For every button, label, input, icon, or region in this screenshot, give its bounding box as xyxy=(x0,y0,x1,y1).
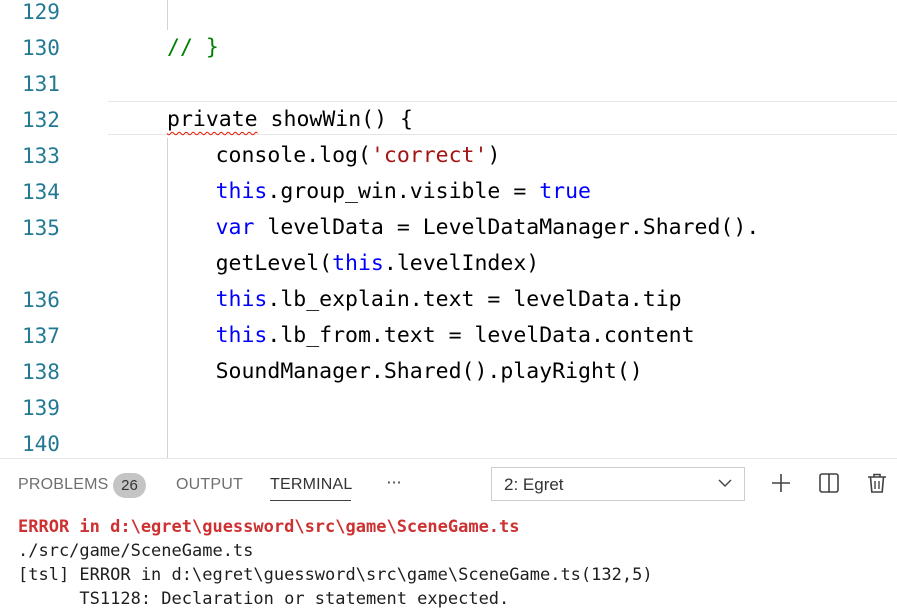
new-terminal-button[interactable] xyxy=(769,471,793,495)
code-line[interactable]: getLevel(this.levelIndex) xyxy=(216,246,540,282)
tab-terminal[interactable]: TERMINAL xyxy=(270,475,353,495)
indent-guide xyxy=(167,138,168,174)
terminal-line: ./src/game/SceneGame.ts xyxy=(18,541,254,561)
code-token: this xyxy=(215,179,268,204)
code-line[interactable]: var levelData = LevelDataManager.Shared(… xyxy=(216,210,760,246)
error-token: private xyxy=(167,107,258,132)
code-token: .group_win.visible = xyxy=(267,179,540,204)
bottom-panel: PROBLEMS 26 OUTPUT TERMINAL ··· 2: Egret… xyxy=(0,458,897,610)
code-token: showWin() { xyxy=(257,107,413,132)
code-token: getLevel( xyxy=(215,251,333,276)
code-token: this xyxy=(332,251,384,276)
line-number: 133 xyxy=(22,144,60,168)
tab-output[interactable]: OUTPUT xyxy=(176,475,243,495)
line-number: 131 xyxy=(22,72,60,96)
line-number: 132 xyxy=(22,108,60,132)
chevron-down-icon xyxy=(718,479,732,487)
problems-count-badge: 26 xyxy=(113,473,146,498)
code-token: this xyxy=(215,323,268,348)
code-line[interactable]: // } xyxy=(167,30,219,66)
line-number: 134 xyxy=(22,180,60,204)
code-token: true xyxy=(539,179,591,204)
code-editor[interactable]: 129 130 131 132 133 134 135 136 137 138 139 140 // … xyxy=(0,0,897,458)
indent-guide xyxy=(167,390,168,426)
kill-terminal-button[interactable] xyxy=(865,471,889,495)
code-token: .lb_explain.text = levelData.tip xyxy=(267,287,682,312)
code-line[interactable]: private showWin() { xyxy=(167,102,413,138)
line-number: 136 xyxy=(22,288,60,312)
code-token: // } xyxy=(167,35,219,60)
line-number: 139 xyxy=(22,396,60,420)
indent-guide xyxy=(167,174,168,210)
terminal-line: TS1128: Declaration or statement expecte… xyxy=(18,589,510,609)
line-number: 140 xyxy=(22,432,60,456)
code-token: this xyxy=(215,287,268,312)
trash-icon xyxy=(868,473,886,493)
active-tab-indicator xyxy=(270,500,351,501)
plus-icon xyxy=(772,474,790,492)
terminal-error-line: ERROR in d:\egret\guessword\src\game\Sce… xyxy=(18,517,520,537)
indent-guide xyxy=(167,246,168,282)
line-number: 137 xyxy=(22,324,60,348)
line-number-gutter: 129 130 131 132 133 134 135 136 137 138 139 140 xyxy=(0,0,108,458)
code-token: SoundManager.Shared().playRight() xyxy=(215,359,643,384)
terminal-output[interactable]: ERROR in d:\egret\guessword\src\game\Sce… xyxy=(18,515,888,610)
indent-guide xyxy=(167,354,168,390)
indent-guide xyxy=(167,210,168,246)
indent-guide xyxy=(167,426,168,458)
terminal-selector-value: 2: Egret xyxy=(504,475,564,494)
terminal-selector[interactable]: 2: Egret xyxy=(491,467,745,501)
more-actions-icon[interactable]: ··· xyxy=(380,471,408,495)
line-number: 138 xyxy=(22,360,60,384)
code-line[interactable]: SoundManager.Shared().playRight() xyxy=(216,354,643,390)
code-token: var xyxy=(215,215,255,240)
code-line[interactable]: this.lb_explain.text = levelData.tip xyxy=(216,282,682,318)
line-number: 135 xyxy=(22,216,60,240)
code-line[interactable]: this.group_win.visible = true xyxy=(216,174,591,210)
code-token: ) xyxy=(487,143,501,168)
code-token: .lb_from.text = levelData.content xyxy=(267,323,695,348)
tab-problems[interactable]: PROBLEMS xyxy=(18,475,109,495)
indent-guide xyxy=(167,0,168,30)
code-token: 'correct' xyxy=(370,143,488,168)
split-terminal-button[interactable] xyxy=(817,471,841,495)
indent-guide xyxy=(167,282,168,318)
code-token: console.log( xyxy=(215,143,371,168)
code-token: levelData = LevelDataManager.Shared(). xyxy=(254,215,760,240)
code-area[interactable]: // } private showWin() {console.log('corr… xyxy=(108,0,897,458)
line-number: 130 xyxy=(22,36,60,60)
indent-guide xyxy=(167,318,168,354)
line-number: 129 xyxy=(22,0,60,24)
terminal-line: [tsl] ERROR in d:\egret\guessword\src\ga… xyxy=(18,565,653,585)
code-line[interactable]: console.log('correct') xyxy=(216,138,501,174)
code-line[interactable]: this.lb_from.text = levelData.content xyxy=(216,318,695,354)
code-token: .levelIndex) xyxy=(383,251,540,276)
split-icon xyxy=(819,473,839,493)
